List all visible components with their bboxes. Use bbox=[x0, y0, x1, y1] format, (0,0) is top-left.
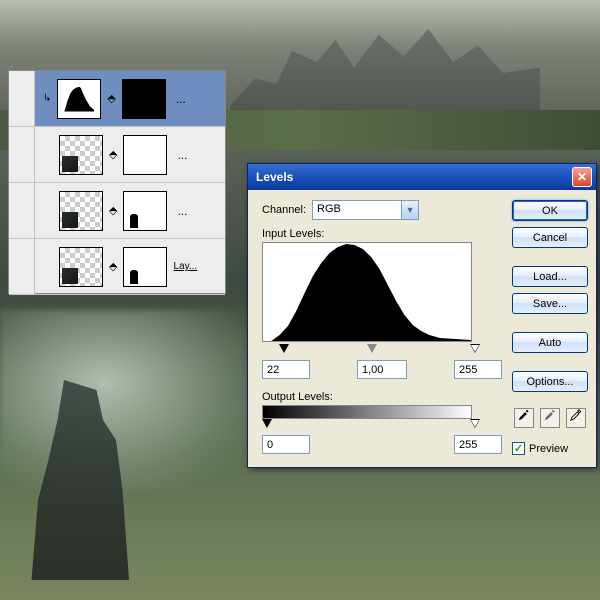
visibility-toggle[interactable] bbox=[9, 183, 35, 238]
output-slider-track[interactable] bbox=[262, 419, 472, 431]
layer-row-levels-adjustment[interactable]: ↳ ⬘ ... bbox=[9, 71, 225, 127]
layer-row[interactable]: ⬘ ... bbox=[9, 127, 225, 183]
layer-thumbnail[interactable] bbox=[59, 135, 103, 175]
link-mask-icon: ⬘ bbox=[109, 148, 117, 161]
ok-button[interactable]: OK bbox=[512, 200, 588, 221]
output-levels-label: Output Levels: bbox=[262, 391, 502, 403]
output-black-slider[interactable] bbox=[262, 419, 272, 428]
layer-thumbnail[interactable] bbox=[59, 191, 103, 231]
link-mask-icon: ⬘ bbox=[107, 92, 115, 105]
cancel-button[interactable]: Cancel bbox=[512, 227, 588, 248]
overflow-dots: ... bbox=[172, 92, 190, 106]
layer-mask-thumbnail[interactable] bbox=[123, 191, 167, 231]
close-icon: ✕ bbox=[577, 170, 587, 184]
preview-label: Preview bbox=[529, 443, 568, 455]
overflow-dots: ... bbox=[173, 148, 191, 162]
white-point-eyedropper[interactable] bbox=[566, 408, 586, 428]
link-mask-icon: ⬘ bbox=[109, 204, 117, 217]
dialog-title: Levels bbox=[256, 170, 293, 184]
layer-row[interactable]: ⬘ ... bbox=[9, 183, 225, 239]
layer-mask-thumbnail[interactable] bbox=[122, 79, 166, 119]
output-black-field[interactable] bbox=[262, 435, 310, 454]
histogram bbox=[262, 242, 472, 342]
input-gamma-slider[interactable] bbox=[367, 344, 377, 353]
preview-checkbox[interactable]: ✓ bbox=[512, 442, 525, 455]
input-gamma-field[interactable] bbox=[357, 360, 407, 379]
channel-value: RGB bbox=[312, 200, 402, 220]
visibility-toggle[interactable] bbox=[9, 71, 35, 126]
layer-row[interactable]: ⬘ Lay... bbox=[9, 239, 225, 295]
input-white-slider[interactable] bbox=[470, 344, 480, 353]
eyedropper-icon bbox=[569, 408, 583, 425]
channel-label: Channel: bbox=[262, 204, 306, 216]
indent-arrow-icon: ↳ bbox=[43, 93, 51, 104]
overflow-dots: ... bbox=[173, 204, 191, 218]
link-mask-icon: ⬘ bbox=[109, 260, 117, 273]
layer-mask-thumbnail[interactable] bbox=[123, 247, 167, 287]
output-white-field[interactable] bbox=[454, 435, 502, 454]
levels-dialog: Levels ✕ Channel: RGB ▼ Input Levels: bbox=[247, 163, 597, 468]
auto-button[interactable]: Auto bbox=[512, 332, 588, 353]
dialog-titlebar[interactable]: Levels ✕ bbox=[248, 164, 596, 190]
input-white-field[interactable] bbox=[454, 360, 502, 379]
output-gradient bbox=[262, 405, 472, 419]
layer-name-label[interactable]: Lay... bbox=[173, 261, 197, 272]
close-button[interactable]: ✕ bbox=[572, 167, 592, 187]
output-white-slider[interactable] bbox=[470, 419, 480, 428]
layer-thumbnail[interactable] bbox=[59, 247, 103, 287]
save-button[interactable]: Save... bbox=[512, 293, 588, 314]
eyedropper-icon bbox=[517, 408, 531, 425]
input-black-slider[interactable] bbox=[279, 344, 289, 353]
visibility-toggle[interactable] bbox=[9, 239, 35, 294]
layers-panel: ↳ ⬘ ... ⬘ ... bbox=[8, 70, 226, 294]
layer-mask-thumbnail[interactable] bbox=[123, 135, 167, 175]
chevron-down-icon: ▼ bbox=[406, 205, 415, 215]
channel-select[interactable]: RGB ▼ bbox=[312, 200, 419, 220]
dropdown-button[interactable]: ▼ bbox=[402, 200, 419, 220]
eyedropper-icon bbox=[543, 408, 557, 425]
options-button[interactable]: Options... bbox=[512, 371, 588, 392]
load-button[interactable]: Load... bbox=[512, 266, 588, 287]
black-point-eyedropper[interactable] bbox=[514, 408, 534, 428]
gray-point-eyedropper[interactable] bbox=[540, 408, 560, 428]
visibility-toggle[interactable] bbox=[9, 127, 35, 182]
input-levels-label: Input Levels: bbox=[262, 228, 502, 240]
adjustment-thumbnail[interactable] bbox=[57, 79, 101, 119]
input-slider-track[interactable] bbox=[262, 344, 472, 356]
input-black-field[interactable] bbox=[262, 360, 310, 379]
